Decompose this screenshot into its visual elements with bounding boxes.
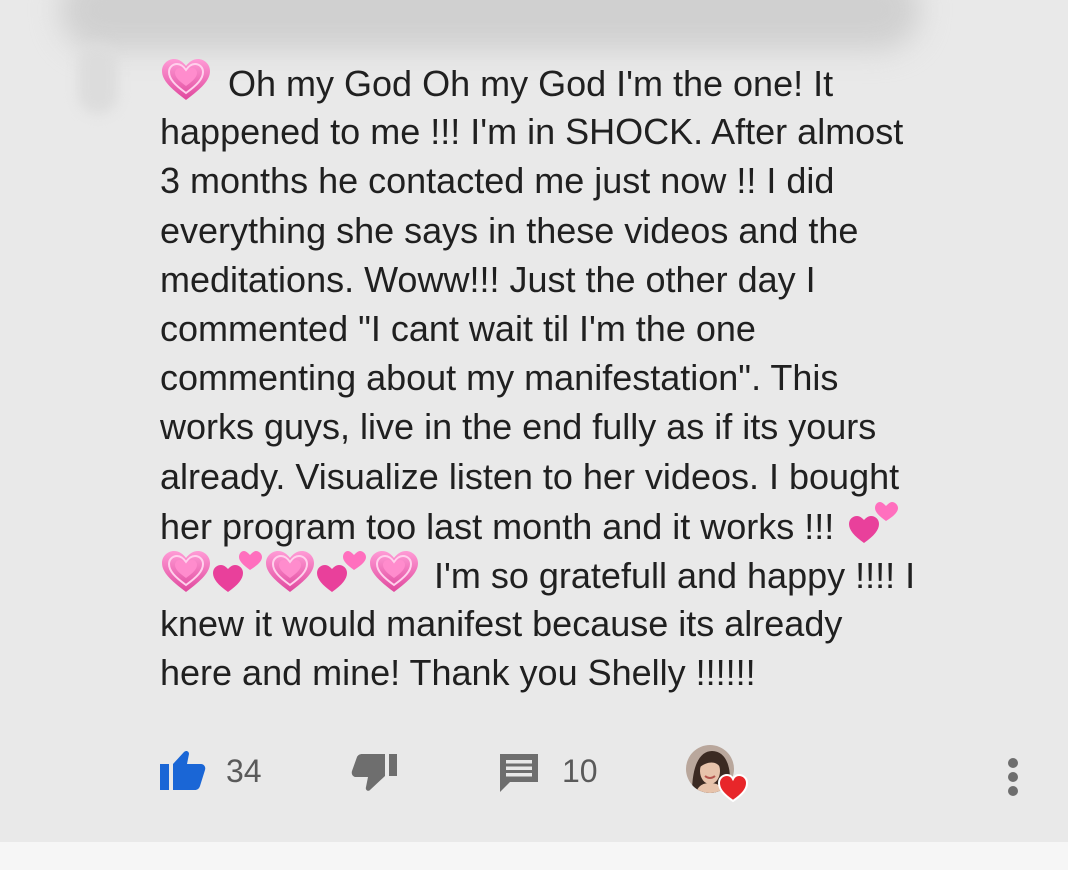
comment-line: 3 months he contacted me just now !! I d…: [160, 160, 835, 202]
like-button[interactable]: [158, 748, 208, 794]
comment-line: commenting about my manifestation". This: [160, 357, 839, 399]
comment-line: everything she says in these videos and …: [160, 209, 859, 251]
two-hearts-emoji: [316, 550, 368, 594]
bottom-divider: [0, 842, 1068, 870]
two-hearts-emoji: [212, 550, 264, 594]
comment-line-text: I'm so gratefull and happy !!!! I: [434, 554, 916, 596]
reply-button[interactable]: [496, 750, 542, 796]
comment-icon: [500, 754, 538, 792]
comment-body: Oh my God Oh my God I'm the one! It happ…: [160, 58, 1040, 697]
comment-line-text: her program too last month and it works …: [160, 505, 835, 547]
two-hearts-emoji: [848, 501, 900, 545]
comment-line: happened to me !!! I'm in SHOCK. After a…: [160, 111, 904, 153]
dislike-button[interactable]: [350, 752, 400, 798]
comment-line: Oh my God Oh my God I'm the one! It: [160, 58, 1040, 107]
comment-line: her program too last month and it works …: [160, 501, 1040, 550]
comment-line: already. Visualize listen to her videos.…: [160, 455, 900, 497]
comment-action-bar: 34 10: [0, 740, 1068, 803]
reply-count: 10: [562, 753, 598, 789]
more-vertical-icon[interactable]: [998, 748, 1028, 796]
thumbs-down-icon: [351, 754, 397, 791]
growing-heart-emoji: [264, 550, 316, 594]
comment-line: I'm so gratefull and happy !!!! I: [160, 550, 1040, 599]
thumbs-up-icon: [160, 750, 206, 790]
comment-line: here and mine! Thank you Shelly !!!!!!: [160, 652, 756, 694]
blurred-previous-content: [60, 0, 920, 50]
comment-line: works guys, live in the end fully as if …: [160, 406, 877, 448]
growing-heart-emoji: [160, 550, 212, 594]
growing-heart-emoji: [368, 550, 420, 594]
comment-screen: Oh my God Oh my God I'm the one! It happ…: [0, 0, 1068, 870]
comment-line-text: Oh my God Oh my God I'm the one! It: [228, 63, 834, 104]
heart-icon: [717, 773, 749, 803]
like-count: 34: [226, 753, 262, 789]
comment-line: meditations. Woww!!! Just the other day …: [160, 258, 816, 300]
comment-line: knew it would manifest because its alrea…: [160, 603, 843, 645]
comment-line: commented "I cant wait til I'm the one: [160, 307, 756, 349]
growing-heart-emoji: [160, 58, 212, 102]
blurred-left-edge: [78, 44, 118, 114]
